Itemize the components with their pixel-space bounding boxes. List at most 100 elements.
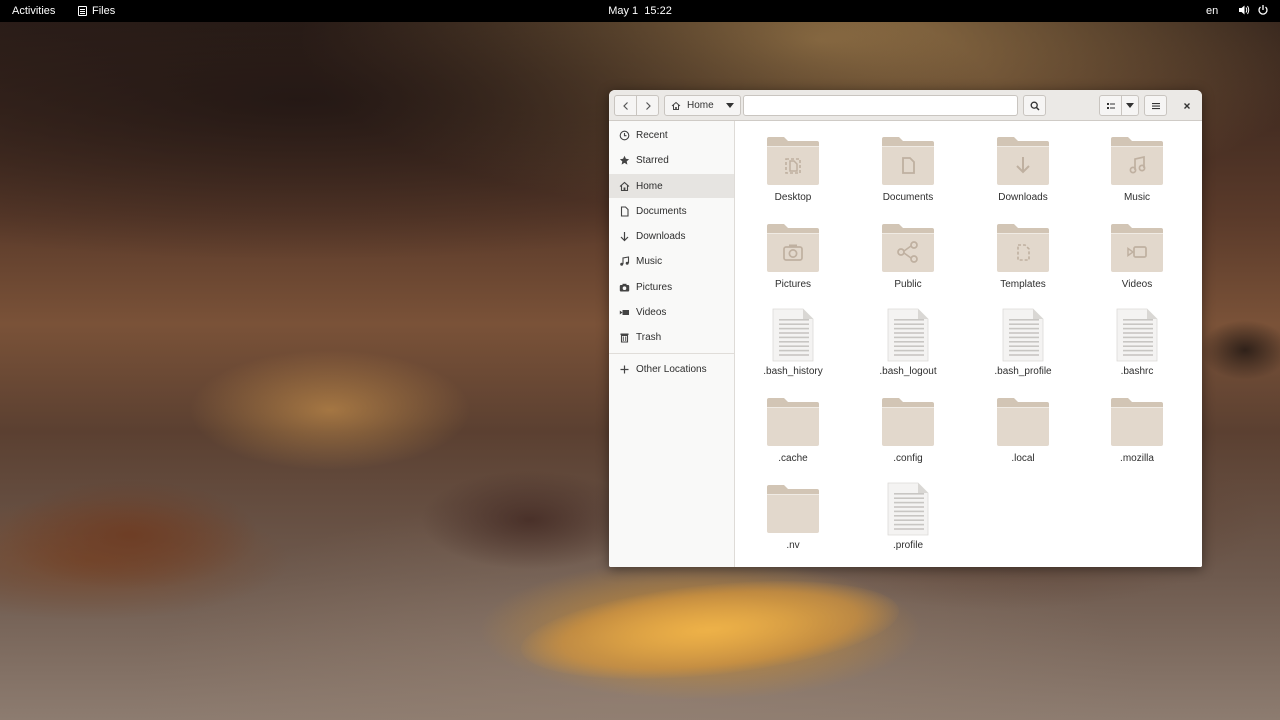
text-file-icon [995,307,1051,363]
sidebar-item-other-locations[interactable]: Other Locations [609,357,734,381]
file-name: Templates [1000,279,1046,290]
view-toggle-button[interactable] [1099,95,1122,116]
folder-music[interactable]: Music [1087,121,1187,208]
sidebar-item-trash[interactable]: Trash [609,325,734,349]
forward-button[interactable] [636,95,659,116]
top-bar: Activities Files May 1 15:22 en [0,0,1280,22]
header-bar: Home [609,90,1202,121]
folder-icon [880,133,936,189]
file-name: Music [1123,192,1151,203]
list-view-icon [1106,102,1115,109]
location-entry[interactable] [743,95,1018,116]
file-name: .config [893,453,923,464]
folder-icon [880,220,936,276]
app-name: Files [92,5,116,17]
folder-icon [995,133,1051,189]
sidebar-item-label: Home [636,180,663,192]
file-dot-bash-logout[interactable]: .bash_logout [858,295,958,382]
file-dot-bash-profile[interactable]: .bash_profile [973,295,1073,382]
clock-button[interactable]: May 1 15:22 [608,5,672,17]
sidebar-item-music[interactable]: Music [609,249,734,273]
clock-date: May 1 [608,5,639,17]
files-app-icon [78,6,87,16]
sidebar-item-label: Other Locations [636,363,707,375]
folder-dot-local[interactable]: .local [973,382,1073,469]
view-options-button[interactable] [1121,95,1139,116]
folder-icon [1109,133,1165,189]
folder-videos[interactable]: Videos [1087,208,1187,295]
path-bar-label: Home [687,100,714,111]
sidebar-item-starred[interactable]: Starred [609,148,734,172]
close-icon [1183,102,1190,109]
text-file-icon [765,307,821,363]
hamburger-menu-icon [1151,102,1160,109]
sidebar-item-downloads[interactable]: Downloads [609,224,734,248]
folder-documents[interactable]: Documents [858,121,958,208]
file-name: .nv [786,540,800,551]
text-file-icon [1109,307,1165,363]
file-dot-profile[interactable]: .profile [858,469,958,556]
sidebar-item-documents[interactable]: Documents [609,199,734,223]
file-name: .profile [892,540,923,551]
folder-icon [995,220,1051,276]
folder-pictures[interactable]: Pictures [743,208,843,295]
star-icon [619,155,630,166]
file-name: Pictures [774,279,812,290]
main-menu-button[interactable] [1144,95,1167,116]
file-dot-bash-history[interactable]: .bash_history [743,295,843,382]
music-icon [619,255,630,267]
trash-icon [619,332,630,343]
file-name: .local [1011,453,1035,464]
folder-icon [765,394,821,450]
folder-icon [765,220,821,276]
sidebar-item-recent[interactable]: Recent [609,123,734,147]
file-name: .bashrc [1120,366,1154,377]
close-button[interactable] [1177,96,1196,115]
sidebar-item-label: Music [636,255,663,267]
sidebar-item-videos[interactable]: Videos [609,300,734,324]
sidebar-item-home[interactable]: Home [609,174,734,198]
folder-dot-mozilla[interactable]: .mozilla [1087,382,1187,469]
clock-icon [619,130,630,141]
download-icon [619,231,630,242]
keyboard-layout-indicator[interactable]: en [1206,5,1218,17]
folder-icon [1109,394,1165,450]
path-bar-home[interactable]: Home [664,95,741,116]
app-menu-button[interactable]: Files [78,5,115,17]
text-file-icon [880,307,936,363]
folder-dot-nv[interactable]: .nv [743,469,843,556]
sidebar-item-label: Downloads [636,230,686,242]
video-icon [619,307,630,318]
file-dot-bashrc[interactable]: .bashrc [1087,295,1187,382]
sidebar-divider [609,353,734,354]
sidebar-item-label: Documents [636,205,687,217]
file-name: .cache [778,453,808,464]
folder-dot-cache[interactable]: .cache [743,382,843,469]
folder-downloads[interactable]: Downloads [973,121,1073,208]
file-name: .mozilla [1120,453,1154,464]
home-icon [671,101,681,110]
file-name: .bash_logout [879,366,937,377]
folder-templates[interactable]: Templates [973,208,1073,295]
chevron-right-icon [645,101,651,110]
folder-icon [880,394,936,450]
file-grid: Desktop Documents Downloads Music Pictures Pu… [735,121,1202,567]
volume-icon[interactable] [1238,4,1250,16]
sidebar-item-label: Pictures [636,281,673,293]
folder-public[interactable]: Public [858,208,958,295]
folder-icon [1109,220,1165,276]
power-icon[interactable] [1257,4,1269,16]
folder-dot-config[interactable]: .config [858,382,958,469]
folder-icon [765,133,821,189]
activities-button[interactable]: Activities [12,5,55,17]
document-icon [619,205,630,217]
sidebar-item-pictures[interactable]: Pictures [609,275,734,299]
search-button[interactable] [1023,95,1046,116]
folder-desktop[interactable]: Desktop [743,121,843,208]
search-icon [1030,101,1040,111]
file-name: Videos [1121,279,1153,290]
text-file-icon [880,481,936,537]
back-button[interactable] [614,95,637,116]
chevron-left-icon [622,101,628,110]
folder-icon [995,394,1051,450]
